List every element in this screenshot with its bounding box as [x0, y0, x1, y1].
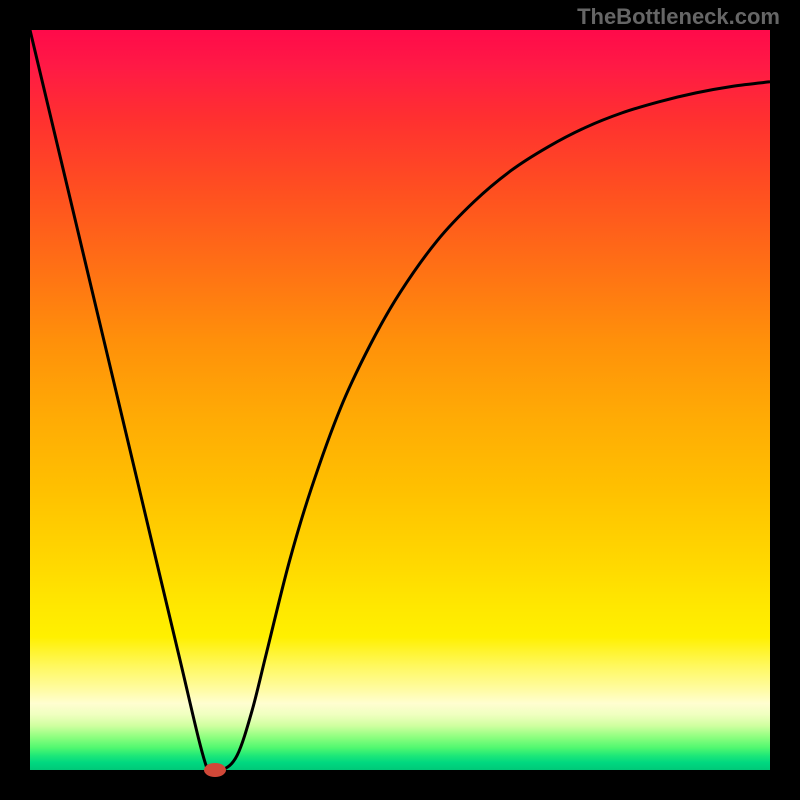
min-marker: [204, 763, 226, 777]
bottleneck-curve: [30, 30, 770, 770]
chart-container: TheBottleneck.com: [0, 0, 800, 800]
watermark-text: TheBottleneck.com: [577, 4, 780, 30]
curve-svg: [30, 30, 770, 770]
